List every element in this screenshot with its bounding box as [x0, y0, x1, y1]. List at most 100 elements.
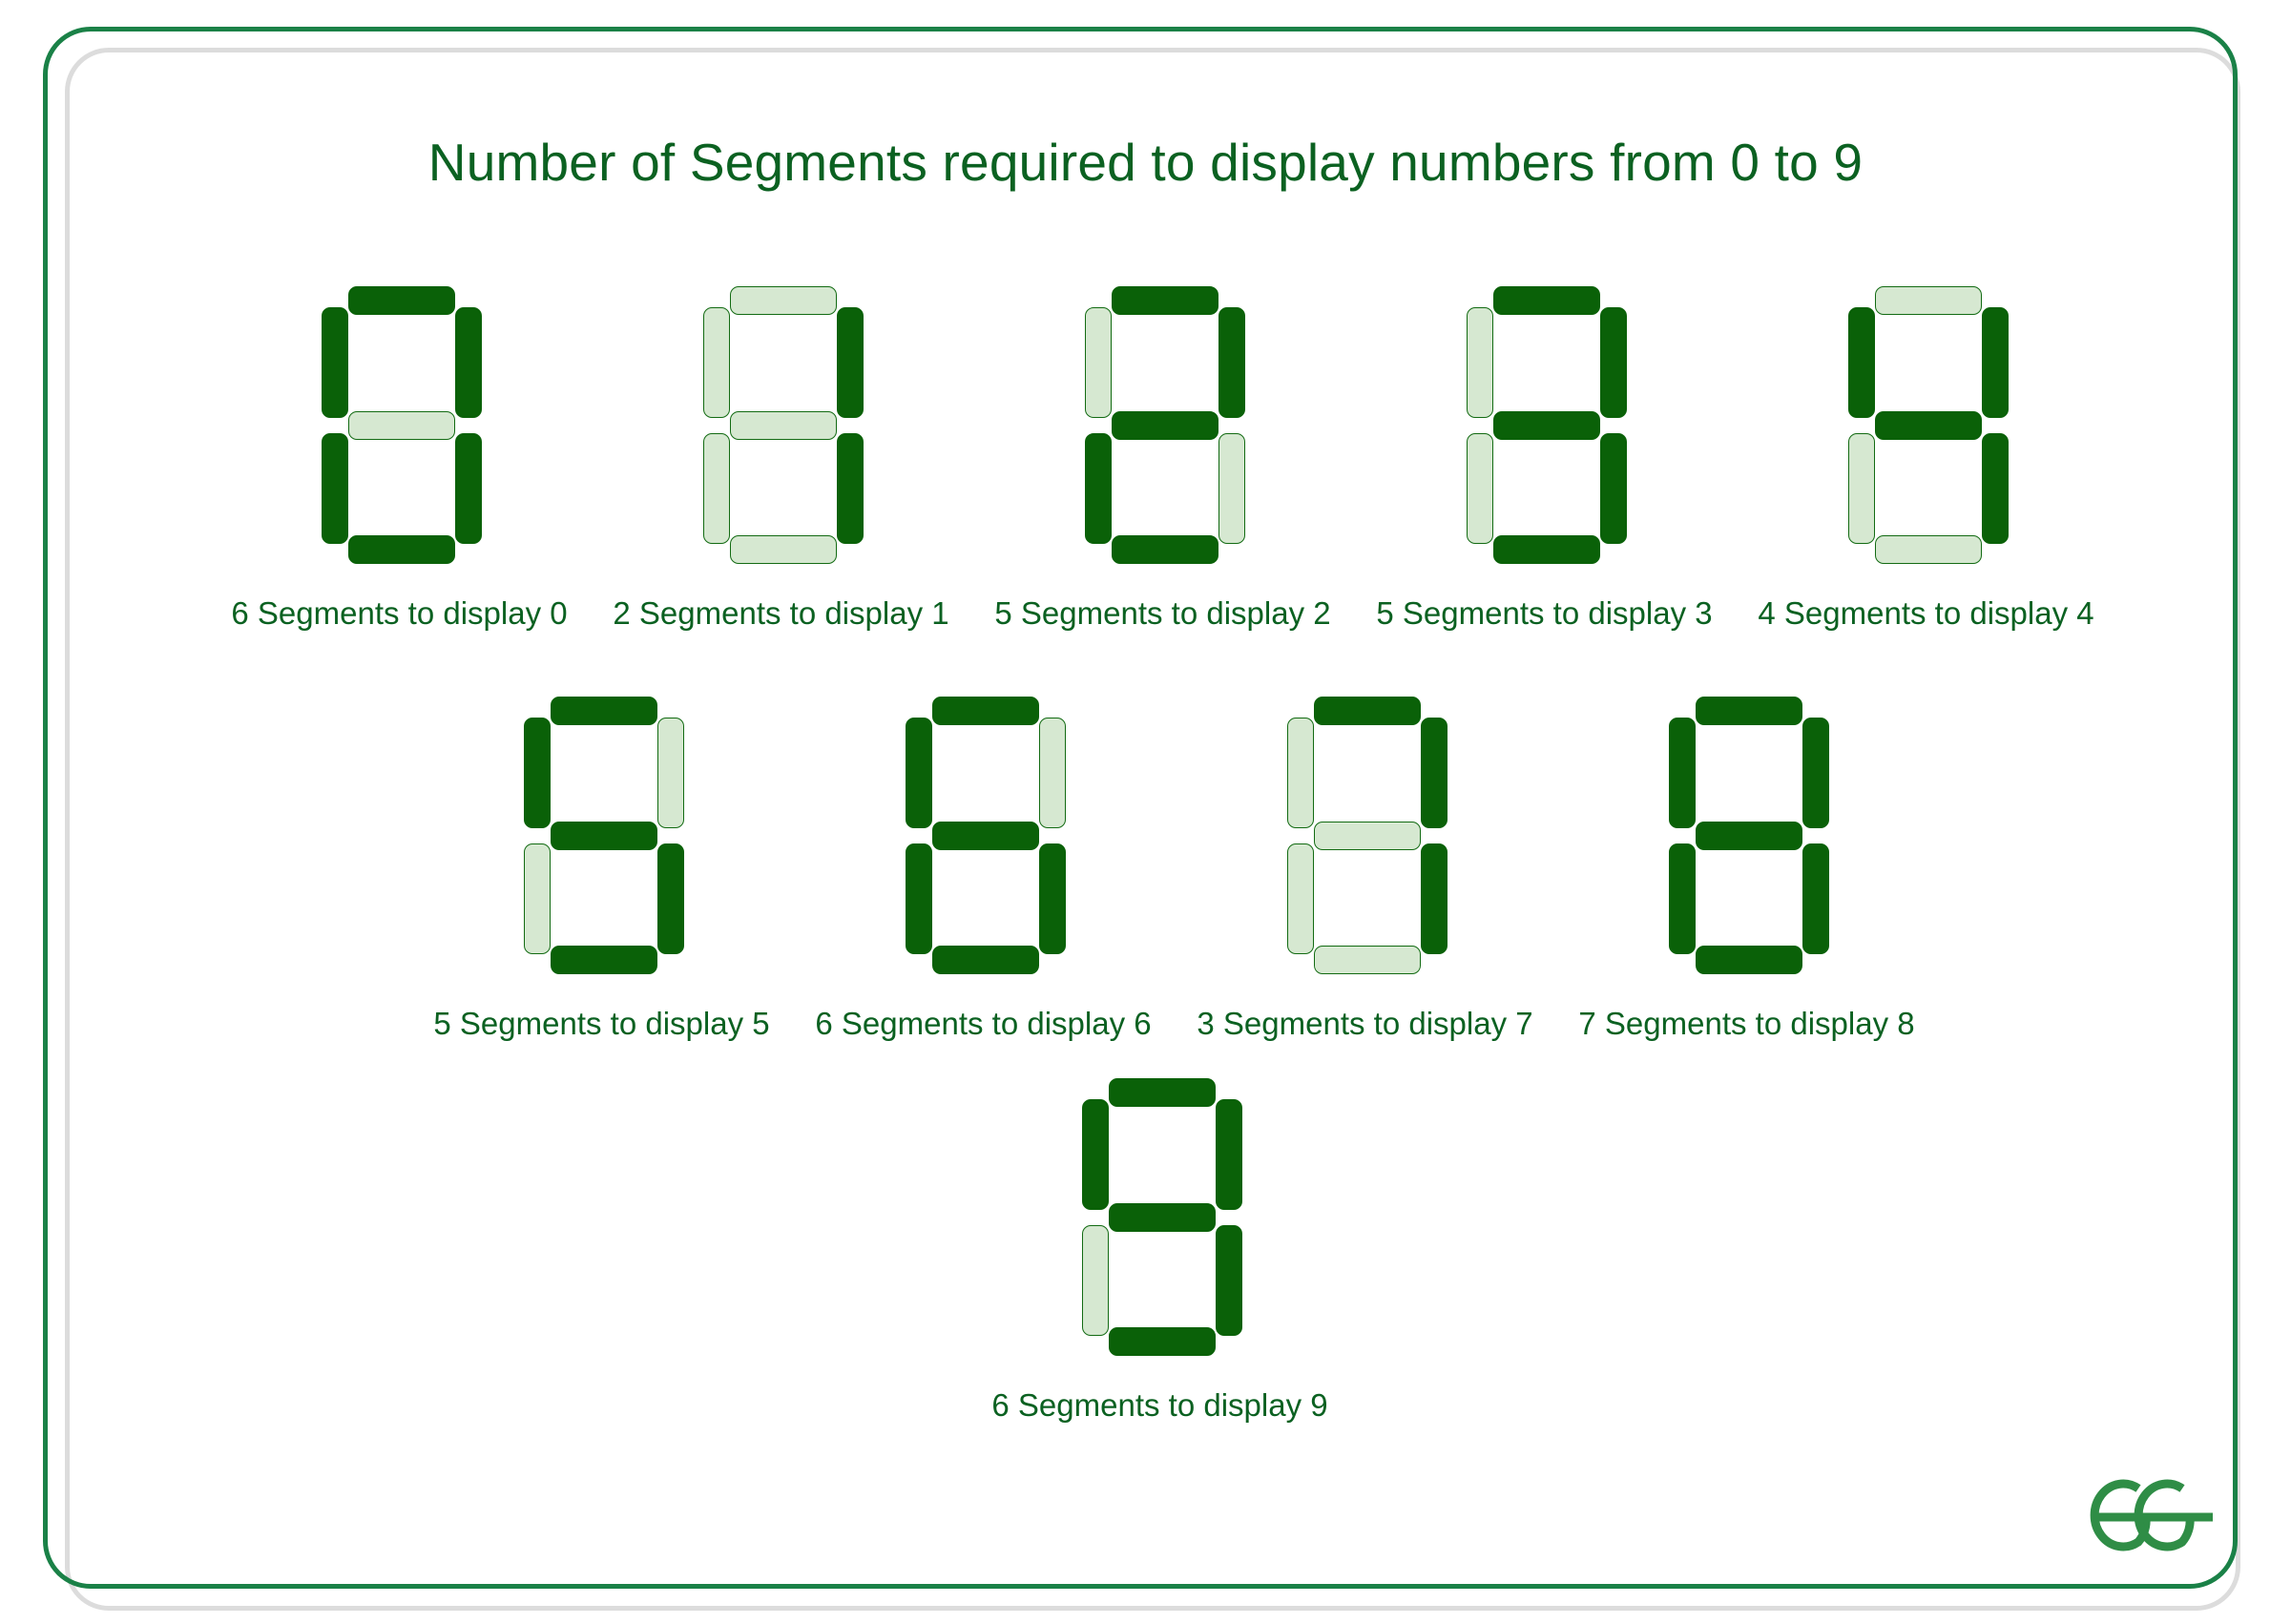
segment-e-on: [1668, 843, 1696, 954]
segment-a-on: [550, 697, 657, 725]
segment-f-on: [905, 718, 932, 828]
segment-b-on: [1218, 307, 1245, 418]
digit-caption-0: 6 Segments to display 0: [231, 595, 568, 631]
seven-segment-display-1: [696, 286, 867, 564]
segment-e-on: [905, 843, 932, 954]
segment-f-off: [1466, 307, 1493, 418]
digit-row-1: 6 Segments to display 0 2 Segments to dis…: [0, 286, 2291, 632]
seven-segment-display-0: [314, 286, 486, 564]
digit-cell-5: 5 Segments to display 5: [411, 697, 793, 1042]
segment-c-on: [1802, 843, 1829, 954]
segment-f-on: [523, 718, 551, 828]
segment-b-on: [836, 307, 864, 418]
segment-c-on: [1038, 843, 1066, 954]
digit-cell-1: 2 Segments to display 1: [591, 286, 972, 632]
segment-f-off: [1084, 307, 1112, 418]
segment-f-off: [1286, 718, 1314, 828]
digit-cell-2: 5 Segments to display 2: [972, 286, 1354, 632]
segment-f-off: [702, 307, 730, 418]
seven-segment-display-2: [1077, 286, 1249, 564]
segment-e-on: [321, 433, 348, 544]
segment-c-on: [1981, 433, 2009, 544]
segment-c-on: [836, 433, 864, 544]
segment-a-off: [1874, 286, 1982, 315]
page-canvas: Number of Segments required to display n…: [0, 0, 2291, 1624]
segment-c-on: [454, 433, 482, 544]
segment-e-off: [1081, 1225, 1109, 1336]
segment-b-on: [1599, 307, 1627, 418]
segment-g-on: [1492, 411, 1600, 440]
segment-e-off: [1847, 433, 1875, 544]
digit-caption-5: 5 Segments to display 5: [433, 1006, 770, 1041]
segment-b-on: [1802, 718, 1829, 828]
segment-c-on: [1215, 1225, 1242, 1336]
segment-b-off: [656, 718, 684, 828]
segment-e-off: [702, 433, 730, 544]
segment-a-on: [1695, 697, 1802, 725]
digit-caption-4: 4 Segments to display 4: [1758, 595, 2094, 631]
geeksforgeeks-logo: [2070, 1454, 2222, 1569]
segment-g-on: [1874, 411, 1982, 440]
seven-segment-display-6: [898, 697, 1070, 974]
seven-segment-display-3: [1459, 286, 1631, 564]
seven-segment-display-4: [1841, 286, 2012, 564]
segment-d-on: [1492, 535, 1600, 564]
segment-a-on: [347, 286, 455, 315]
segment-d-on: [550, 946, 657, 974]
digit-caption-1: 2 Segments to display 1: [613, 595, 949, 631]
digit-caption-3: 5 Segments to display 3: [1376, 595, 1713, 631]
segment-e-off: [523, 843, 551, 954]
segment-g-on: [550, 822, 657, 850]
digit-cell-7: 3 Segments to display 7: [1175, 697, 1556, 1042]
segment-e-off: [1286, 843, 1314, 954]
segment-a-on: [1492, 286, 1600, 315]
segment-g-on: [931, 822, 1039, 850]
segment-c-on: [656, 843, 684, 954]
segment-a-off: [729, 286, 837, 315]
seven-segment-display-9: [1074, 1078, 1246, 1356]
segment-d-on: [931, 946, 1039, 974]
segment-b-on: [1215, 1099, 1242, 1210]
digit-row-3: 6 Segments to display 9: [0, 1078, 2291, 1424]
segment-d-on: [1695, 946, 1802, 974]
digit-cell-9: 6 Segments to display 9: [969, 1078, 1351, 1424]
segment-e-off: [1466, 433, 1493, 544]
segment-f-on: [1847, 307, 1875, 418]
segment-b-on: [1981, 307, 2009, 418]
segment-a-on: [1108, 1078, 1216, 1107]
digit-cell-0: 6 Segments to display 0: [209, 286, 591, 632]
segment-g-off: [347, 411, 455, 440]
segment-c-off: [1218, 433, 1245, 544]
digit-caption-7: 3 Segments to display 7: [1197, 1006, 1533, 1041]
segment-a-on: [1111, 286, 1218, 315]
segment-f-on: [321, 307, 348, 418]
segment-d-off: [1313, 946, 1421, 974]
digit-caption-2: 5 Segments to display 2: [994, 595, 1331, 631]
segment-d-on: [347, 535, 455, 564]
segment-e-on: [1084, 433, 1112, 544]
segment-d-on: [1108, 1327, 1216, 1356]
segment-g-off: [1313, 822, 1421, 850]
segment-c-on: [1599, 433, 1627, 544]
segment-b-off: [1038, 718, 1066, 828]
segment-a-on: [931, 697, 1039, 725]
segment-d-off: [729, 535, 837, 564]
seven-segment-display-5: [516, 697, 688, 974]
segment-c-on: [1420, 843, 1447, 954]
segment-g-on: [1111, 411, 1218, 440]
digit-cell-4: 4 Segments to display 4: [1736, 286, 2117, 632]
digit-cell-8: 7 Segments to display 8: [1556, 697, 1938, 1042]
digit-cell-3: 5 Segments to display 3: [1354, 286, 1736, 632]
digit-cell-6: 6 Segments to display 6: [793, 697, 1175, 1042]
segment-b-on: [454, 307, 482, 418]
segment-f-on: [1081, 1099, 1109, 1210]
segment-b-on: [1420, 718, 1447, 828]
segment-g-on: [1695, 822, 1802, 850]
segment-a-on: [1313, 697, 1421, 725]
digit-caption-8: 7 Segments to display 8: [1578, 1006, 1915, 1041]
digit-caption-9: 6 Segments to display 9: [991, 1387, 1328, 1423]
segment-f-on: [1668, 718, 1696, 828]
segment-g-on: [1108, 1203, 1216, 1232]
segment-d-on: [1111, 535, 1218, 564]
digit-caption-6: 6 Segments to display 6: [815, 1006, 1152, 1041]
